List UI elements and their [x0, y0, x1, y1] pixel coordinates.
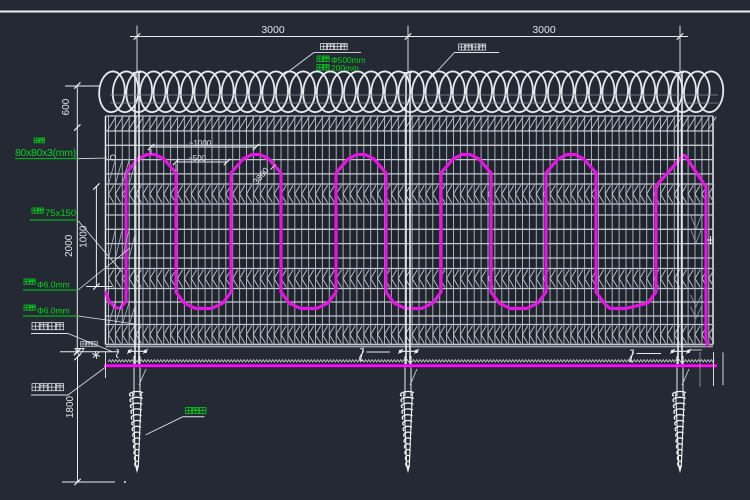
svg-text:600: 600 — [61, 98, 72, 115]
svg-text:200mm: 200mm — [331, 63, 359, 73]
svg-text:~1000: ~1000 — [189, 139, 212, 148]
svg-text:Φ6.0mm: Φ6.0mm — [37, 306, 70, 316]
svg-text:80x80x3(mm): 80x80x3(mm) — [15, 147, 76, 159]
svg-text:3000: 3000 — [261, 24, 285, 36]
svg-text:Φ6.0mm: Φ6.0mm — [37, 280, 70, 290]
svg-text:1000: 1000 — [79, 225, 90, 248]
svg-text:2000: 2000 — [64, 234, 75, 257]
svg-text:1800: 1800 — [65, 395, 76, 418]
svg-text:3000: 3000 — [532, 24, 556, 36]
svg-text:75x150: 75x150 — [45, 208, 76, 219]
svg-text:~500: ~500 — [188, 154, 207, 163]
